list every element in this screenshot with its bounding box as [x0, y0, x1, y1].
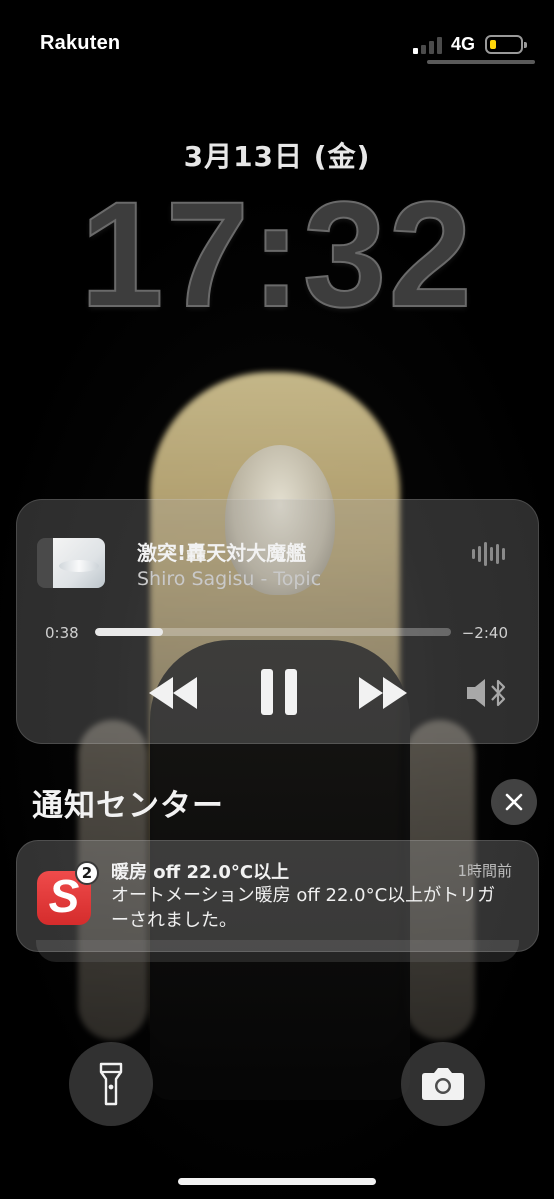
close-icon: [505, 793, 523, 811]
app-icon-letter: S: [48, 870, 80, 922]
track-artist: Shiro Sagisu - Topic: [137, 568, 322, 590]
bluetooth-speaker-icon: [467, 679, 506, 707]
elapsed-time: 0:38: [45, 624, 79, 642]
network-type: 4G: [451, 34, 476, 54]
camera-button[interactable]: [401, 1042, 485, 1126]
rewind-button[interactable]: [145, 672, 201, 714]
pause-icon: [261, 669, 297, 715]
notification-count-badge: 2: [75, 861, 99, 885]
battery-level-fill: [490, 40, 496, 49]
notification-time: 1時間前: [457, 862, 512, 880]
track-title: 激突!轟天対大魔艦: [137, 541, 307, 565]
signal-strength-icon: [413, 37, 443, 54]
flashlight-button[interactable]: [69, 1042, 153, 1126]
fast-forward-icon: [359, 677, 407, 709]
battery-icon: [485, 35, 527, 54]
album-art-image: [53, 538, 105, 588]
pause-button[interactable]: [255, 664, 303, 720]
remaining-time: −2:40: [461, 624, 508, 642]
now-playing-widget[interactable]: 激突!轟天対大魔艦 Shiro Sagisu - Topic 0:38 −2:4…: [16, 499, 539, 744]
notification-title: 暖房 off 22.0°C以上: [111, 862, 290, 883]
audio-output-button[interactable]: [465, 676, 511, 710]
playback-progress-fill: [95, 628, 163, 636]
waveform-icon: [472, 542, 506, 566]
rewind-icon: [149, 677, 197, 709]
lock-clock: 17:32: [79, 169, 474, 339]
status-bar: Rakuten 4G: [0, 0, 554, 80]
notification-center-title: 通知センター: [32, 788, 224, 824]
camera-icon: [422, 1068, 464, 1100]
fast-forward-button[interactable]: [355, 672, 411, 714]
carrier-name: Rakuten: [40, 32, 121, 54]
notification-body: オートメーション暖房 off 22.0°C以上がトリガーされました。: [111, 885, 496, 931]
playback-progress-bar[interactable]: [95, 628, 451, 636]
notification-card[interactable]: S 2 暖房 off 22.0°C以上 1時間前 オートメーション暖房 off …: [16, 840, 539, 952]
clear-notifications-button[interactable]: [491, 779, 537, 825]
album-artwork[interactable]: [37, 538, 105, 588]
status-indicator-line: [427, 60, 535, 64]
flashlight-icon: [99, 1062, 123, 1106]
home-indicator[interactable]: [178, 1178, 376, 1185]
